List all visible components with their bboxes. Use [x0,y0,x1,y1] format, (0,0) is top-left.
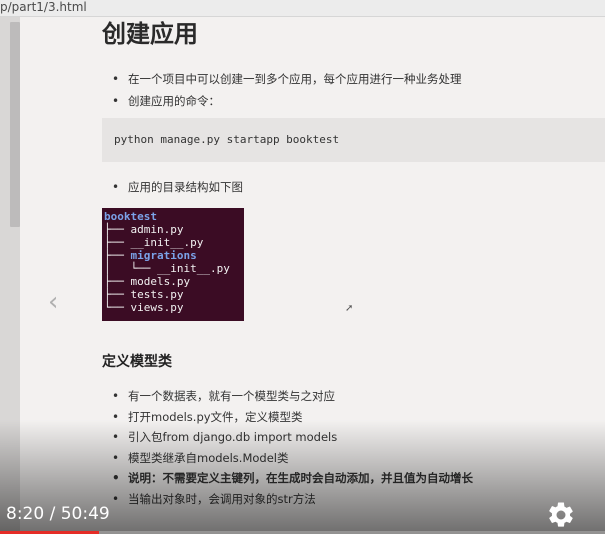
tree-line: ├── __init__.py [104,236,244,249]
tree-file-name: __init__.py [130,236,204,249]
tree-line: └── views.py [104,301,244,314]
code-block: python manage.py startapp booktest [102,118,605,162]
tree-line: ├── tests.py [104,288,244,301]
directory-tree-image: booktest ├── admin.py ├── __init__.py ├── m… [102,208,244,321]
mouse-cursor-icon: ➚ [345,303,354,314]
list-item: 模型类继承自models.Model类 [108,449,473,470]
tree-branch: │ └── [104,262,157,275]
list-item: 有一个数据表，就有一个模型类与之对应 [108,387,473,408]
tree-file-name: models.py [130,275,191,288]
url-text: p/part1/3.html [0,0,87,14]
tree-branch: ├── [104,236,131,249]
tree-file-name: __init__.py [156,262,230,275]
tree-branch: ├── [104,249,131,262]
list-item: 当输出对象时，会调用对象的str方法 [108,490,473,511]
list-item: 在一个项目中可以创建一到多个应用，每个应用进行一种业务处理 [108,70,462,92]
page-title: 创建应用 [102,20,198,48]
tree-dir-name: migrations [130,249,197,262]
time-display: 8:20 / 50:49 [6,504,110,524]
list-item: 打开models.py文件，定义模型类 [108,408,473,429]
document-page: 创建应用 在一个项目中可以创建一到多个应用，每个应用进行一种业务处理 创建应用的… [20,17,605,534]
list-item: 应用的目录结构如下图 [108,178,243,198]
tree-line: ├── models.py [104,275,244,288]
tree-line: ├── admin.py [104,223,244,236]
gear-icon[interactable] [546,500,576,530]
tree-branch: ├── [104,288,131,301]
list-item: 创建应用的命令： [108,92,462,114]
tree-file-name: views.py [130,301,184,314]
scrollbar-thumb[interactable] [10,22,20,227]
list-item: 引入包from django.db import models [108,428,473,449]
model-notes-list: 有一个数据表，就有一个模型类与之对应打开models.py文件，定义模型类引入包… [108,387,473,510]
tree-branch: ├── [104,275,131,288]
url-bar[interactable]: p/part1/3.html [0,0,605,17]
tree-branch: └── [104,301,131,314]
chevron-left-icon[interactable]: ‹ [48,287,70,317]
tree-line: │ └── __init__.py [104,262,244,275]
tree-file-name: admin.py [130,223,184,236]
tree-file-name: tests.py [130,288,184,301]
structure-list: 应用的目录结构如下图 [108,178,243,198]
tree-root: booktest [104,210,157,223]
tree-line: ├── migrations [104,249,244,262]
intro-list: 在一个项目中可以创建一到多个应用，每个应用进行一种业务处理 创建应用的命令： [108,70,462,114]
section-title: 定义模型类 [102,354,172,370]
tree-branch: ├── [104,223,131,236]
list-item: 说明：不需要定义主键列，在生成时会自动添加，并且值为自动增长 [108,469,473,490]
